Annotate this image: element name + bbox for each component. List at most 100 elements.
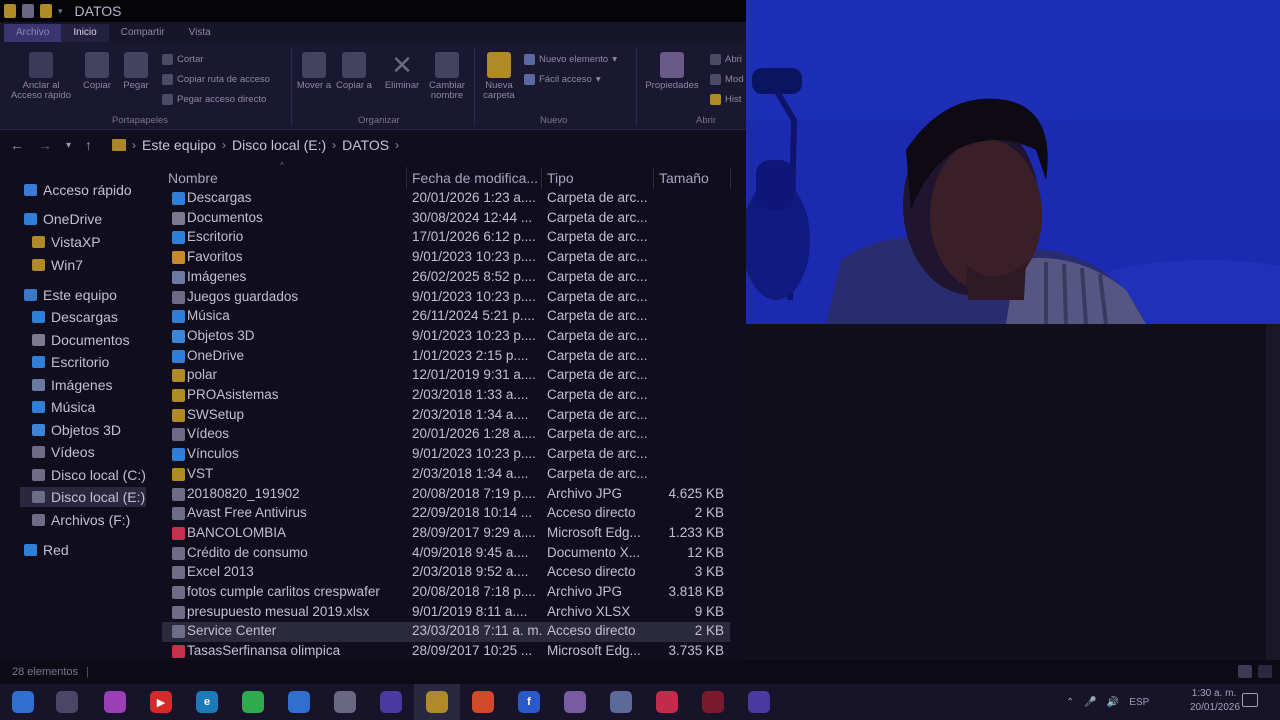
cut-button[interactable]: Cortar [162, 54, 203, 65]
nav-item[interactable]: Archivos (F:) [32, 510, 130, 530]
file-row[interactable]: Crédito de consumo 4/09/2018 9:45 a.... Do… [162, 544, 730, 564]
rename-button[interactable]: Cambiar nombre [424, 52, 470, 101]
file-row[interactable]: Vínculos 9/01/2023 10:23 p.... Carpeta de … [162, 445, 730, 465]
column-header-size[interactable]: Tamaño [659, 165, 709, 191]
youtube-icon[interactable]: ▶ [150, 691, 172, 713]
nav-item[interactable]: Disco local (C:) [32, 465, 146, 485]
nav-item[interactable]: OneDrive [24, 209, 102, 229]
quick-access-dropdown-icon[interactable]: ▾ [58, 6, 63, 17]
file-row[interactable]: Juegos guardados 9/01/2023 10:23 p.... Car… [162, 288, 730, 308]
file-row[interactable]: 20180820_191902 20/08/2018 7:19 p.... Arch… [162, 485, 730, 505]
tab-archivo[interactable]: Archivo [4, 24, 62, 42]
tab-compartir[interactable]: Compartir [109, 24, 177, 42]
breadcrumb-datos[interactable]: DATOS [342, 137, 389, 153]
paste-shortcut-button[interactable]: Pegar acceso directo [162, 94, 266, 105]
nav-item[interactable]: Escritorio [32, 352, 109, 372]
nav-item[interactable]: VistaXP [32, 232, 101, 252]
paste-button[interactable]: Pegar [120, 52, 152, 91]
delete-button[interactable]: ✕ Eliminar [380, 52, 424, 91]
file-row[interactable]: OneDrive 1/01/2023 2:15 p.... Carpeta de a… [162, 347, 730, 367]
copy-button[interactable]: Copiar [80, 52, 114, 91]
file-row[interactable]: Favoritos 9/01/2023 10:23 p.... Carpeta de… [162, 248, 730, 268]
mail-icon[interactable] [288, 691, 310, 713]
camera-icon[interactable] [610, 691, 632, 713]
file-row[interactable]: Avast Free Antivirus 22/09/2018 10:14 ...… [162, 504, 730, 524]
premiere-alt-icon[interactable] [748, 691, 770, 713]
chevron-up-icon[interactable]: ⌃ [1066, 697, 1074, 708]
column-header-type[interactable]: Tipo [547, 165, 574, 191]
edit-button[interactable]: Mod [710, 74, 743, 85]
clock[interactable]: 1:30 a. m. 20/01/2026 [1190, 687, 1240, 715]
column-divider[interactable] [541, 167, 542, 189]
breadcrumb-disco-e[interactable]: Disco local (E:) [232, 137, 326, 153]
column-header-name[interactable]: Nombre [168, 165, 218, 191]
nav-item[interactable]: Música [32, 397, 95, 417]
tab-vista[interactable]: Vista [177, 24, 223, 42]
breadcrumb-este-equipo[interactable]: Este equipo [142, 137, 216, 153]
file-row[interactable]: Vídeos 20/01/2026 1:28 a.... Carpeta de ar… [162, 425, 730, 445]
file-row[interactable]: presupuesto mesual 2019.xlsx 9/01/2019 8:… [162, 603, 730, 623]
file-row[interactable]: Objetos 3D 9/01/2023 10:23 p.... Carpeta d… [162, 327, 730, 347]
address-bar[interactable]: › Este equipo › Disco local (E:) › DATOS… [106, 133, 740, 157]
column-divider[interactable] [730, 167, 731, 189]
column-divider[interactable] [653, 167, 654, 189]
obs-icon[interactable] [702, 691, 724, 713]
tiktok-icon[interactable] [656, 691, 678, 713]
recent-dropdown-icon[interactable]: ▾ [66, 140, 71, 151]
file-row[interactable]: BANCOLOMBIA 28/09/2017 9:29 a.... Microsof… [162, 524, 730, 544]
file-row[interactable]: Service Center 23/03/2018 7:11 a. m. Acces… [162, 622, 730, 643]
nav-item[interactable]: Descargas [32, 307, 118, 327]
details-view-icon[interactable] [1238, 665, 1252, 678]
copy-to-button[interactable]: Copiar a [336, 52, 372, 91]
file-row[interactable]: PROAsistemas 2/03/2018 1:33 a.... Carpeta … [162, 386, 730, 406]
file-explorer-icon[interactable] [426, 691, 448, 713]
task-view-icon[interactable] [56, 691, 78, 713]
photos-icon[interactable] [104, 691, 126, 713]
file-row[interactable]: Música 26/11/2024 5:21 p.... Carpeta de ar… [162, 307, 730, 327]
nav-item[interactable]: Win7 [32, 255, 83, 275]
file-row[interactable]: Imágenes 26/02/2025 8:52 p.... Carpeta de … [162, 268, 730, 288]
file-row[interactable]: fotos cumple carlitos crespwafer 20/08/20… [162, 583, 730, 603]
file-row[interactable]: TasasSerfinansa olimpica 28/09/2017 10:25… [162, 642, 730, 662]
new-item-button[interactable]: Nuevo elemento ▾ [524, 54, 617, 65]
open-button[interactable]: Abri [710, 54, 742, 65]
large-icons-view-icon[interactable] [1258, 665, 1272, 678]
file-row[interactable]: Excel 2013 2/03/2018 9:52 a.... Acceso dir… [162, 563, 730, 583]
copy-path-button[interactable]: Copiar ruta de acceso [162, 74, 270, 85]
forward-arrow-icon[interactable]: → [38, 137, 52, 153]
column-header-date[interactable]: Fecha de modifica... [412, 165, 538, 191]
chrome-icon[interactable] [472, 691, 494, 713]
notifications-icon[interactable] [1242, 693, 1258, 707]
up-arrow-icon[interactable]: ↑ [85, 137, 92, 153]
nav-item[interactable]: Imágenes [32, 375, 112, 395]
language-indicator[interactable]: ESP [1129, 697, 1149, 708]
new-folder-button[interactable]: Nueva carpeta [478, 52, 520, 101]
store-icon[interactable] [334, 691, 356, 713]
nav-item[interactable]: Red [24, 540, 69, 560]
file-row[interactable]: Escritorio 17/01/2026 6:12 p.... Carpeta d… [162, 228, 730, 248]
file-row[interactable]: SWSetup 2/03/2018 1:34 a.... Carpeta de ar… [162, 406, 730, 426]
nav-item[interactable]: Este equipo [24, 285, 117, 305]
vertical-scrollbar[interactable] [1266, 324, 1280, 660]
nav-item[interactable]: Acceso rápido [24, 180, 132, 200]
file-row[interactable]: Documentos 30/08/2024 12:44 ... Carpeta de… [162, 209, 730, 229]
usb-icon[interactable] [564, 691, 586, 713]
tab-inicio[interactable]: Inicio [61, 24, 109, 42]
nav-item[interactable]: Documentos [32, 330, 130, 350]
edge-icon[interactable]: e [196, 691, 218, 713]
move-to-button[interactable]: Mover a [296, 52, 332, 91]
history-button[interactable]: Hist [710, 94, 741, 105]
premiere-icon[interactable] [380, 691, 402, 713]
new-folder-icon[interactable] [40, 4, 52, 18]
facebook-icon[interactable]: f [518, 691, 540, 713]
start-icon[interactable] [12, 691, 34, 713]
file-row[interactable]: polar 12/01/2019 9:31 a.... Carpeta de arc… [162, 366, 730, 386]
volume-icon[interactable]: 🔊 [1107, 697, 1119, 708]
file-row[interactable]: VST 2/03/2018 1:34 a.... Carpeta de arc... [162, 465, 730, 485]
easy-access-button[interactable]: Fácil acceso ▾ [524, 74, 601, 85]
nav-item[interactable]: Disco local (E:) [20, 487, 146, 507]
pin-quick-access-button[interactable]: Anclar al Acceso rápido [6, 52, 76, 101]
file-row[interactable]: Descargas 20/01/2026 1:23 a.... Carpeta de… [162, 189, 730, 209]
microphone-tray-icon[interactable]: 🎤 [1084, 697, 1096, 708]
nav-item[interactable]: Vídeos [32, 442, 95, 462]
